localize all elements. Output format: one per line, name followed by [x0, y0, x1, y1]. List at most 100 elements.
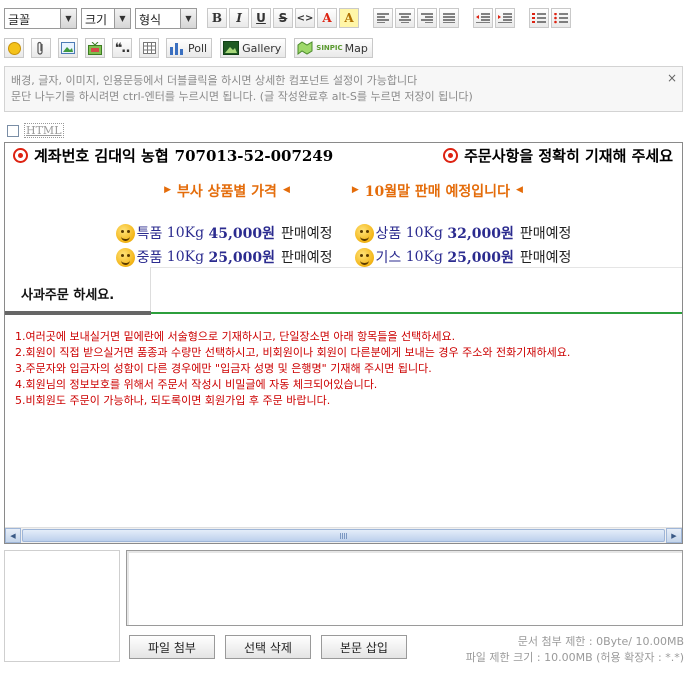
html-mode-checkbox[interactable] — [7, 124, 19, 137]
order-notes: 1.여러곳에 보내실거면 밑에란에 서술형으로 기재하시고, 단일장소면 아래 … — [15, 329, 570, 409]
attachment-preview — [4, 550, 120, 662]
account-holder: 계좌번호 김대익 농협 — [34, 147, 169, 165]
quote-button[interactable]: ❝‥ — [112, 38, 132, 58]
align-center-button[interactable] — [395, 8, 415, 28]
italic-icon: I — [236, 11, 242, 25]
paperclip-icon — [37, 41, 43, 55]
price-value: 32,000원 — [447, 226, 514, 242]
emoticon-icon — [115, 223, 135, 243]
gallery-label: Gallery — [242, 41, 282, 55]
font-select-value: 글꼴 — [8, 12, 31, 27]
italic-button[interactable]: I — [229, 8, 249, 28]
map-icon — [297, 41, 313, 55]
font-select[interactable]: 글꼴 ▼ — [4, 7, 77, 29]
price-grade: 중품 — [136, 250, 163, 266]
target-icon — [443, 148, 459, 163]
triangle-left-icon: ◀ — [282, 185, 290, 195]
align-left-button[interactable] — [373, 8, 393, 28]
bold-button[interactable]: B — [207, 8, 227, 28]
price-value: 25,000원 — [447, 250, 514, 266]
price-weight: 10Kg — [405, 225, 443, 241]
gallery-icon — [223, 41, 240, 55]
attach-file-button[interactable]: 파일 첨부 — [129, 635, 215, 659]
format-select[interactable]: 형식 ▼ — [135, 7, 197, 29]
note-line: 5.비회원도 주문이 가능하나, 되도록이면 회원가입 후 주문 바랍니다. — [15, 394, 331, 407]
tv-icon — [88, 41, 102, 55]
close-icon[interactable]: × — [667, 70, 677, 86]
image-button[interactable] — [58, 38, 78, 58]
price-status: 판매예정 — [280, 250, 333, 266]
format-toolbar: 글꼴 ▼ 크기 ▼ 형식 ▼ B I U S <> A A — [4, 6, 573, 30]
image-icon — [61, 42, 75, 54]
media-button[interactable] — [85, 38, 105, 58]
price-weight: 10Kg — [166, 225, 205, 241]
tab-order[interactable]: 사과주문 하세요. — [5, 267, 151, 311]
align-left-icon — [377, 13, 389, 23]
scrollbar-thumb[interactable] — [22, 529, 665, 542]
price-list: 특품 10Kg 45,000원 판매예정 상품 10Kg 32,000원 판매예… — [5, 221, 682, 269]
scroll-right-icon[interactable]: ▶ — [666, 528, 682, 543]
ordered-list-button[interactable] — [529, 8, 549, 28]
scroll-left-icon[interactable]: ◀ — [5, 528, 21, 543]
price-item: 중품 10Kg 25,000원 판매예정 — [115, 247, 333, 267]
underline-button[interactable]: U — [251, 8, 271, 28]
outdent-button[interactable] — [473, 8, 493, 28]
price-status: 판매예정 — [519, 250, 572, 266]
code-button[interactable]: <> — [295, 8, 315, 28]
emoticon-button[interactable] — [4, 38, 24, 58]
table-button[interactable] — [139, 38, 159, 58]
price-weight: 10Kg — [166, 249, 205, 265]
price-heading: 부사 상품별 가격 — [177, 184, 277, 200]
align-right-icon — [421, 13, 433, 23]
note-line: 4.회원님의 정보보호를 위해서 주문서 작성시 비밀글에 자동 체크되어있습니… — [15, 378, 378, 391]
code-icon: <> — [296, 12, 314, 24]
bar-chart-icon — [170, 43, 183, 55]
emoticon-icon — [354, 247, 374, 267]
html-mode-toggle[interactable]: HTML — [7, 123, 64, 138]
note-line: 2.회원이 직접 받으실거면 품종과 수량만 선택하시고, 비회원이나 회원이 … — [15, 346, 571, 359]
map-button[interactable]: SINPIC Map — [294, 38, 373, 58]
attach-button[interactable] — [31, 38, 51, 58]
delete-selected-button[interactable]: 선택 삭제 — [225, 635, 311, 659]
map-label: Map — [344, 41, 368, 55]
horizontal-scrollbar[interactable]: ◀ ▶ — [5, 527, 682, 543]
indent-icon — [498, 13, 512, 23]
wysiwyg-editor[interactable]: 계좌번호 김대익 농협 707013-52-007249 주문사항을 정확히 기… — [4, 142, 683, 544]
account-number: 707013-52-007249 — [174, 146, 334, 165]
insert-into-body-button[interactable]: 본문 삽입 — [321, 635, 407, 659]
strikethrough-button[interactable]: S — [273, 8, 293, 28]
poll-label: Poll — [188, 41, 208, 55]
price-grade: 특품 — [136, 226, 163, 242]
unordered-list-button[interactable] — [551, 8, 571, 28]
highlight-button[interactable]: A — [339, 8, 359, 28]
price-item: 상품 10Kg 32,000원 판매예정 — [354, 223, 571, 243]
help-line-2: 문단 나누기를 하시려면 ctrl-엔터를 누르시면 됩니다. (글 작성완료후… — [11, 90, 473, 103]
price-value: 45,000원 — [208, 226, 275, 242]
quote-icon: ❝‥ — [114, 40, 130, 56]
align-center-icon — [399, 13, 411, 23]
text-color-icon: A — [322, 11, 332, 25]
text-color-button[interactable]: A — [317, 8, 337, 28]
highlight-icon: A — [344, 11, 354, 25]
price-status: 판매예정 — [280, 226, 333, 242]
file-limit: 파일 제한 크기 : 10.00MB (허용 확장자 : *.*) — [465, 651, 684, 664]
size-select[interactable]: 크기 ▼ — [81, 7, 131, 29]
triangle-right-icon: ▶ — [351, 185, 359, 195]
order-notice: 주문사항을 정확히 기재해 주세요 — [464, 147, 673, 165]
editor-content[interactable]: 계좌번호 김대익 농협 707013-52-007249 주문사항을 정확히 기… — [5, 143, 682, 528]
price-item: 특품 10Kg 45,000원 판매예정 — [115, 223, 333, 243]
html-mode-label: HTML — [24, 123, 64, 138]
note-line: 3.주문자와 입금자의 성함이 다른 경우에만 "입금자 성명 및 은행명" 기… — [15, 362, 432, 375]
underline-icon: U — [256, 11, 266, 25]
indent-button[interactable] — [495, 8, 515, 28]
attachment-limits: 문서 첨부 제한 : 0Byte/ 10.00MB 파일 제한 크기 : 10.… — [466, 634, 684, 666]
poll-button[interactable]: Poll — [166, 38, 213, 58]
align-right-button[interactable] — [417, 8, 437, 28]
justify-button[interactable] — [439, 8, 459, 28]
insert-toolbar: ❝‥ Poll Gallery SINPIC Map — [4, 36, 381, 60]
size-select-value: 크기 — [85, 12, 108, 27]
map-brand: SINPIC — [316, 44, 343, 52]
gallery-button[interactable]: Gallery — [220, 38, 287, 58]
price-weight: 10Kg — [405, 249, 443, 265]
attachment-list[interactable] — [126, 550, 683, 626]
